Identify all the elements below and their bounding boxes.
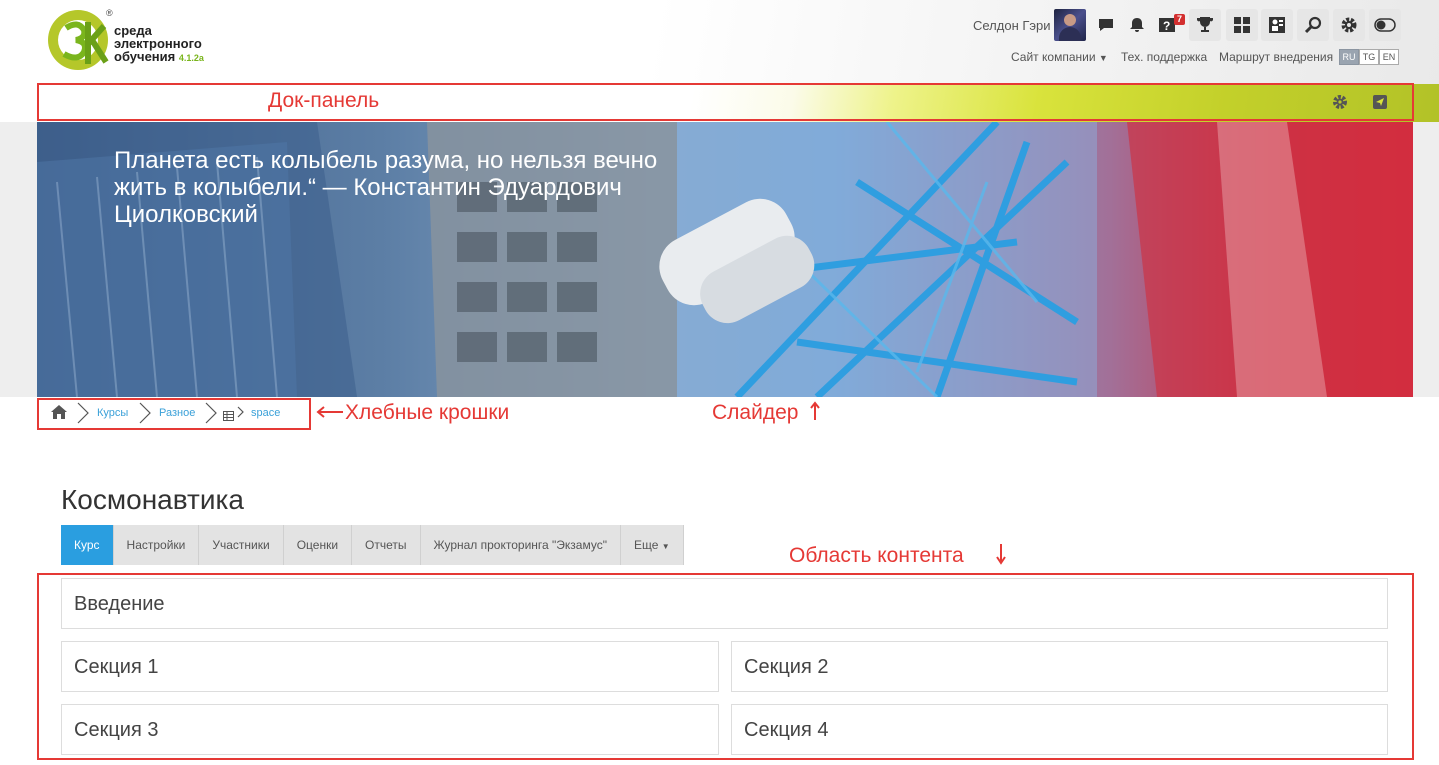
trophy-icon[interactable] bbox=[1189, 9, 1221, 41]
breadcrumb-separator-icon bbox=[204, 401, 218, 430]
company-site-label: Сайт компании bbox=[1011, 50, 1096, 64]
company-site-menu[interactable]: Сайт компании ▼ bbox=[1011, 50, 1108, 64]
logo-line-3: обучения 4.1.2a bbox=[114, 50, 204, 65]
logo-mark-icon bbox=[48, 10, 109, 70]
section-2[interactable]: Секция 2 bbox=[731, 641, 1388, 692]
slider[interactable]: Планета есть колыбель разума, но нельзя … bbox=[37, 122, 1413, 397]
gear-icon[interactable] bbox=[1333, 9, 1365, 41]
dock-annotation-label: Док-панель bbox=[268, 89, 380, 112]
slider-quote: Планета есть колыбель разума, но нельзя … bbox=[114, 147, 658, 228]
tab-participants[interactable]: Участники bbox=[199, 525, 284, 565]
chevron-down-icon: ▼ bbox=[661, 542, 670, 551]
arrow-left-icon bbox=[316, 405, 344, 424]
section-4[interactable]: Секция 4 bbox=[731, 704, 1388, 755]
dashboard-icon[interactable] bbox=[1226, 9, 1258, 41]
tab-proctoring-log[interactable]: Журнал прокторинга "Экзамус" bbox=[420, 525, 621, 565]
dock-settings-icon[interactable] bbox=[1332, 94, 1348, 115]
logo-line-3-text: обучения bbox=[114, 49, 176, 64]
support-link[interactable]: Тех. поддержка bbox=[1121, 50, 1207, 64]
dock-annotation-frame bbox=[37, 83, 1414, 121]
notification-badge: 7 bbox=[1174, 14, 1186, 25]
lang-tg[interactable]: TG bbox=[1359, 49, 1379, 65]
breadcrumb-annotation-label: Хлебные крошки bbox=[345, 401, 510, 424]
tab-reports[interactable]: Отчеты bbox=[352, 525, 421, 565]
logo-text: среда электронного обучения 4.1.2a bbox=[114, 24, 204, 65]
chat-icon[interactable] bbox=[1096, 15, 1116, 35]
dock-send-icon[interactable] bbox=[1372, 94, 1388, 115]
tab-more[interactable]: Еще ▼ bbox=[620, 525, 684, 565]
svg-text:?: ? bbox=[1163, 19, 1170, 33]
breadcrumb-space[interactable]: space bbox=[251, 407, 280, 419]
site-logo[interactable]: ® среда электронного обучения 4.1.2a bbox=[48, 6, 228, 76]
avatar[interactable] bbox=[1054, 9, 1086, 41]
page-title: Космонавтика bbox=[61, 484, 244, 515]
breadcrumb-misc[interactable]: Разное bbox=[159, 407, 195, 419]
toggle-icon[interactable] bbox=[1369, 9, 1401, 41]
tab-grades[interactable]: Оценки bbox=[283, 525, 353, 565]
lang-en[interactable]: EN bbox=[1379, 49, 1399, 65]
section-1[interactable]: Секция 1 bbox=[61, 641, 719, 692]
content-annotation-label: Область контента bbox=[789, 544, 964, 567]
tab-more-label: Еще bbox=[633, 538, 659, 552]
lang-ru[interactable]: RU bbox=[1339, 49, 1359, 65]
logo-version: 4.1.2a bbox=[178, 53, 204, 63]
tab-settings[interactable]: Настройки bbox=[113, 525, 200, 565]
breadcrumb-separator-icon bbox=[76, 401, 90, 430]
tab-course[interactable]: Курс bbox=[61, 525, 114, 565]
bell-icon[interactable] bbox=[1127, 15, 1147, 35]
slider-annotation-label: Слайдер bbox=[712, 401, 799, 424]
chevron-down-icon: ▼ bbox=[1098, 53, 1108, 63]
route-link[interactable]: Маршрут внедрения bbox=[1219, 50, 1333, 64]
breadcrumb-courses[interactable]: Курсы bbox=[97, 407, 128, 419]
breadcrumb-separator-small-icon bbox=[236, 404, 246, 425]
section-intro[interactable]: Введение bbox=[61, 578, 1388, 629]
course-tabs: Курс Настройки Участники Оценки Отчеты Ж… bbox=[61, 525, 684, 565]
home-icon[interactable] bbox=[50, 404, 68, 425]
search-icon[interactable] bbox=[1297, 9, 1329, 41]
course-grid-icon bbox=[223, 408, 234, 426]
portfolio-icon[interactable] bbox=[1261, 9, 1293, 41]
breadcrumb-separator-icon bbox=[138, 401, 152, 430]
arrow-up-icon bbox=[810, 401, 820, 426]
user-name[interactable]: Селдон Гэри bbox=[973, 18, 1051, 33]
arrow-down-icon bbox=[996, 543, 1006, 570]
logo-registered-mark: ® bbox=[106, 8, 113, 18]
section-3[interactable]: Секция 3 bbox=[61, 704, 719, 755]
